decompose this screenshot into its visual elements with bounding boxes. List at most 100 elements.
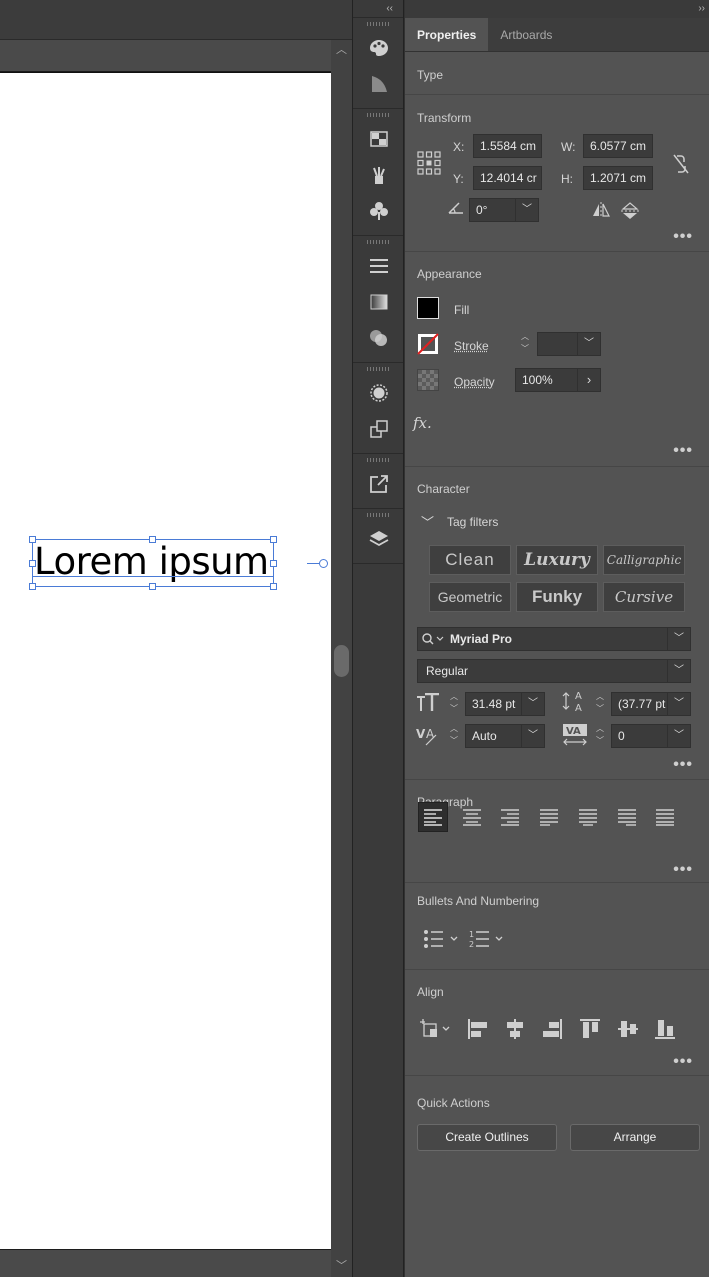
align-right-edge-icon[interactable] bbox=[541, 1018, 563, 1040]
justify-center-button[interactable] bbox=[573, 802, 603, 832]
transform-more-icon[interactable]: ••• bbox=[673, 228, 693, 246]
font-size-field[interactable]: 31.48 pt bbox=[465, 692, 523, 716]
stroke-weight-field[interactable] bbox=[537, 332, 579, 356]
panel-collapse-button[interactable]: ›› bbox=[405, 0, 709, 18]
stroke-panel-icon[interactable] bbox=[353, 248, 405, 284]
export-icon[interactable] bbox=[353, 466, 405, 502]
color-guide-icon[interactable] bbox=[353, 66, 405, 102]
grip-icon[interactable] bbox=[367, 367, 389, 371]
fx-button[interactable]: fx. bbox=[413, 414, 432, 432]
align-to-selection-icon[interactable] bbox=[419, 1018, 455, 1040]
align-right-button[interactable] bbox=[495, 802, 525, 832]
transparency-icon[interactable] bbox=[353, 320, 405, 356]
align-left-button[interactable] bbox=[418, 802, 448, 832]
tag-luxury-button[interactable]: Luxury bbox=[516, 545, 598, 575]
stroke-none-swatch-icon[interactable] bbox=[417, 333, 439, 355]
stroke-weight-dropdown[interactable]: ﹀ bbox=[577, 332, 601, 356]
selected-text-frame[interactable]: Lorem ipsum bbox=[29, 536, 328, 590]
grip-icon[interactable] bbox=[367, 113, 389, 117]
justify-all-button[interactable] bbox=[650, 802, 680, 832]
grip-icon[interactable] bbox=[367, 22, 389, 26]
kerning-stepper-icon[interactable]: ︿ ﹀ bbox=[446, 723, 462, 749]
align-horizontal-center-icon[interactable] bbox=[504, 1018, 526, 1040]
fill-swatch[interactable] bbox=[417, 297, 439, 319]
reference-point-icon[interactable] bbox=[417, 151, 441, 175]
tag-geometric-button[interactable]: Geometric bbox=[429, 582, 511, 612]
align-more-icon[interactable]: ••• bbox=[673, 1053, 693, 1071]
numbered-list-icon[interactable]: 1 2 bbox=[469, 929, 509, 949]
align-bottom-edge-icon[interactable] bbox=[654, 1018, 676, 1040]
font-size-stepper-icon[interactable]: ︿ ﹀ bbox=[446, 691, 462, 717]
leading-dropdown[interactable]: ﹀ bbox=[667, 692, 691, 716]
create-outlines-button[interactable]: Create Outlines bbox=[417, 1124, 557, 1151]
layers-icon[interactable] bbox=[353, 521, 405, 557]
tab-properties[interactable]: Properties bbox=[405, 18, 489, 51]
kerning-dropdown[interactable]: ﹀ bbox=[521, 724, 545, 748]
font-family-dropdown[interactable]: ﹀ bbox=[667, 627, 691, 651]
tracking-field[interactable]: 0 bbox=[611, 724, 669, 748]
toolstrip-collapse-button[interactable]: ‹‹ bbox=[353, 0, 403, 18]
y-field[interactable]: 12.4014 cr bbox=[473, 166, 542, 190]
font-style-dropdown[interactable]: ﹀ bbox=[667, 659, 691, 683]
vertical-scrollbar[interactable]: ︿ ﹀ bbox=[331, 40, 352, 1277]
handle-top-center[interactable] bbox=[149, 536, 156, 543]
kerning-field[interactable]: Auto bbox=[465, 724, 523, 748]
font-size-dropdown[interactable]: ﹀ bbox=[521, 692, 545, 716]
grip-icon[interactable] bbox=[367, 513, 389, 517]
chevron-down-icon[interactable]: ﹀ bbox=[421, 512, 434, 531]
rotate-field[interactable]: 0° bbox=[469, 198, 517, 222]
h-field[interactable]: 1.2071 cm bbox=[583, 166, 653, 190]
arrange-button[interactable]: Arrange bbox=[570, 1124, 700, 1151]
color-palette-icon[interactable] bbox=[353, 30, 405, 66]
tag-cursive-button[interactable]: Cursive bbox=[603, 582, 685, 612]
x-field[interactable]: 1.5584 cm bbox=[473, 134, 542, 158]
swatches-icon[interactable] bbox=[353, 121, 405, 157]
scroll-thumb[interactable] bbox=[334, 645, 349, 677]
leading-stepper-icon[interactable]: ︿ ﹀ bbox=[592, 691, 608, 717]
flip-horizontal-icon[interactable] bbox=[591, 202, 611, 218]
grip-icon[interactable] bbox=[367, 458, 389, 462]
document-canvas[interactable]: Lorem ipsum ︿ ﹀ bbox=[0, 0, 352, 1277]
align-top-edge-icon[interactable] bbox=[579, 1018, 601, 1040]
text-out-port[interactable] bbox=[319, 559, 328, 568]
handle-middle-left[interactable] bbox=[29, 560, 36, 567]
paragraph-more-icon[interactable]: ••• bbox=[673, 861, 693, 879]
flip-vertical-icon[interactable] bbox=[621, 201, 639, 221]
tab-artboards[interactable]: Artboards bbox=[488, 18, 564, 51]
appearance-panel-icon[interactable] bbox=[353, 375, 405, 411]
opacity-label[interactable]: Opacity bbox=[454, 375, 495, 389]
appearance-more-icon[interactable]: ••• bbox=[673, 442, 693, 460]
artboard[interactable]: Lorem ipsum bbox=[0, 72, 331, 1249]
stroke-stepper-icon[interactable]: ︿ ﹀ bbox=[517, 331, 533, 357]
align-center-button[interactable] bbox=[457, 802, 487, 832]
symbols-icon[interactable] bbox=[353, 193, 405, 229]
tag-clean-button[interactable]: Clean bbox=[429, 545, 511, 575]
tag-filters-label[interactable]: Tag filters bbox=[447, 515, 498, 529]
justify-right-button[interactable] bbox=[612, 802, 642, 832]
align-left-edge-icon[interactable] bbox=[467, 1018, 489, 1040]
w-field[interactable]: 6.0577 cm bbox=[583, 134, 653, 158]
brushes-icon[interactable] bbox=[353, 157, 405, 193]
scroll-down-icon[interactable]: ﹀ bbox=[334, 1259, 349, 1274]
gradient-icon[interactable] bbox=[353, 284, 405, 320]
graphic-styles-icon[interactable] bbox=[353, 411, 405, 447]
grip-icon[interactable] bbox=[367, 240, 389, 244]
point-text[interactable]: Lorem ipsum bbox=[34, 540, 269, 584]
handle-top-left[interactable] bbox=[29, 536, 36, 543]
constrain-proportions-icon[interactable] bbox=[671, 153, 691, 175]
leading-field[interactable]: (37.77 pt bbox=[611, 692, 669, 716]
rotate-dropdown[interactable]: ﹀ bbox=[515, 198, 539, 222]
tag-calligraphic-button[interactable]: Calligraphic bbox=[603, 545, 685, 575]
font-family-field[interactable]: Myriad Pro bbox=[417, 627, 669, 651]
search-icon[interactable] bbox=[421, 632, 447, 646]
opacity-field[interactable]: 100% bbox=[515, 368, 579, 392]
character-more-icon[interactable]: ••• bbox=[673, 756, 693, 774]
bullet-list-icon[interactable] bbox=[423, 929, 463, 949]
align-vertical-center-icon[interactable] bbox=[617, 1018, 639, 1040]
tracking-stepper-icon[interactable]: ︿ ﹀ bbox=[592, 723, 608, 749]
handle-top-right[interactable] bbox=[270, 536, 277, 543]
handle-bottom-left[interactable] bbox=[29, 583, 36, 590]
font-style-field[interactable]: Regular bbox=[417, 659, 669, 683]
handle-bottom-right[interactable] bbox=[270, 583, 277, 590]
scroll-up-icon[interactable]: ︿ bbox=[334, 43, 349, 58]
